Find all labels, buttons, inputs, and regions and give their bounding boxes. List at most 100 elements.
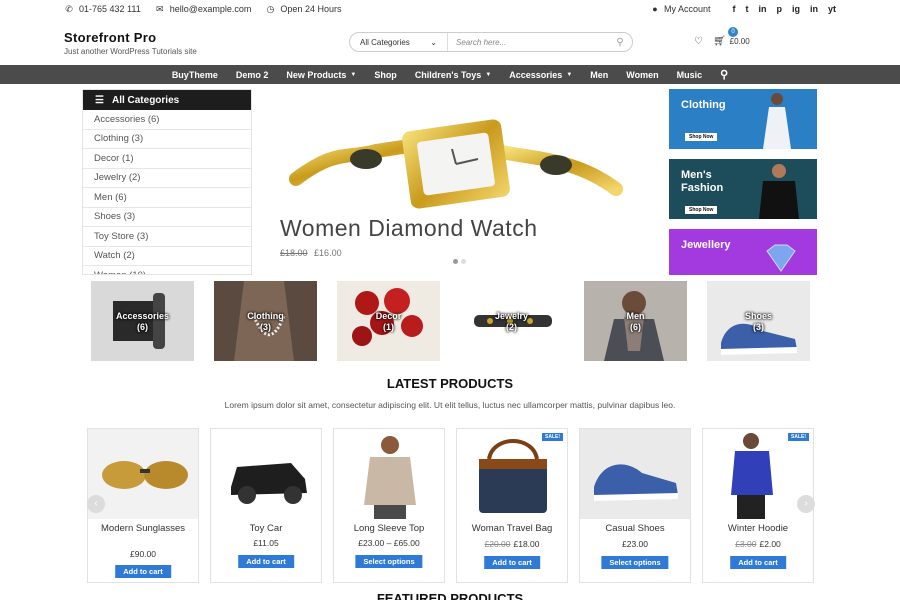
- category-select-value: All Categories: [360, 37, 410, 47]
- hero-title[interactable]: Women Diamond Watch: [280, 215, 537, 242]
- product-name[interactable]: Winter Hoodie: [707, 523, 809, 534]
- carousel-next-arrow[interactable]: ›: [797, 495, 815, 513]
- product-image[interactable]: [580, 429, 690, 519]
- banner-mens-fashion[interactable]: Men's Fashion Shop Now: [669, 159, 817, 219]
- header-cart: ♡ 🛒︎ 0 £0.00: [694, 27, 750, 47]
- category-select[interactable]: All Categories ⌄: [350, 33, 448, 51]
- product-image[interactable]: [334, 429, 444, 519]
- all-categories-header: ☰ All Categories: [83, 90, 251, 110]
- my-account-label: My Account: [663, 4, 711, 14]
- product-name[interactable]: Casual Shoes: [584, 523, 686, 534]
- facebook-icon[interactable]: f: [732, 4, 735, 14]
- phone-contact[interactable]: ✆ 01-765 432 111: [64, 4, 141, 14]
- search-icon[interactable]: ⚲: [608, 37, 632, 48]
- category-link-decor[interactable]: Decor (1): [83, 149, 251, 169]
- category-link-jewelry[interactable]: Jewelry (2): [83, 169, 251, 188]
- category-tile-accessories[interactable]: Accessories (6): [91, 281, 194, 361]
- watch-image: [289, 119, 623, 209]
- nav-item-women[interactable]: Women: [626, 70, 658, 80]
- my-account-link[interactable]: ● My Account: [650, 4, 711, 14]
- banner-title: Men's Fashion: [681, 169, 724, 194]
- banner-jewellery[interactable]: Jewellery: [669, 229, 817, 275]
- product-search: All Categories ⌄ Search here... ⚲: [349, 32, 633, 52]
- email-contact[interactable]: ✉ hello@example.com: [155, 4, 251, 14]
- category-sidebar: ☰ All Categories Accessories (6) Clothin…: [82, 89, 252, 275]
- category-link-clothing[interactable]: Clothing (3): [83, 130, 251, 149]
- category-link-women[interactable]: Women (10): [83, 266, 251, 274]
- nav-label: Accessories: [509, 69, 563, 80]
- slider-dot[interactable]: [461, 259, 466, 264]
- pinterest-icon[interactable]: p: [776, 4, 782, 14]
- category-tile-label: Shoes (3): [707, 311, 810, 333]
- shop-now-button[interactable]: Shop Now: [685, 206, 718, 214]
- category-count: (1): [383, 322, 394, 332]
- twitter-icon[interactable]: t: [745, 4, 748, 14]
- category-link-shoes[interactable]: Shoes (3): [83, 208, 251, 227]
- category-count: (6): [137, 322, 148, 332]
- product-card[interactable]: Casual Shoes £23.00 Select options: [579, 428, 691, 583]
- category-link-men[interactable]: Men (6): [83, 188, 251, 208]
- site-tagline: Just another WordPress Tutorials site: [64, 47, 197, 56]
- cart-total[interactable]: £0.00: [730, 37, 750, 46]
- product-card[interactable]: Toy Car £11.05 Add to cart: [210, 428, 322, 583]
- category-link-watch[interactable]: Watch (2): [83, 247, 251, 266]
- product-price: £90.00: [88, 549, 198, 559]
- nav-item-men[interactable]: Men: [590, 70, 608, 80]
- site-branding[interactable]: Storefront Pro Just another WordPress Tu…: [64, 30, 197, 56]
- add-to-cart-button[interactable]: Add to cart: [484, 556, 540, 569]
- hero-slider[interactable]: Women Diamond Watch £18.00 £16.00: [256, 89, 664, 275]
- category-tile-jewelry[interactable]: Jewelry (2): [460, 281, 563, 361]
- add-to-cart-button[interactable]: Add to cart: [730, 556, 786, 569]
- carousel-prev-arrow[interactable]: ‹: [87, 495, 105, 513]
- product-name[interactable]: Modern Sunglasses: [92, 523, 194, 534]
- nav-item-childrens-toys[interactable]: Children's Toys ▼: [415, 70, 491, 80]
- cart-icon[interactable]: 🛒︎: [713, 36, 726, 47]
- clock-icon: ◷: [266, 4, 275, 14]
- product-image[interactable]: [211, 429, 321, 519]
- category-tile-men[interactable]: Men (6): [584, 281, 687, 361]
- model-image: [763, 93, 791, 149]
- product-price: £3.00 £2.00: [703, 539, 813, 549]
- category-link-accessories[interactable]: Accessories (6): [83, 110, 251, 130]
- select-options-button[interactable]: Select options: [601, 556, 669, 569]
- product-name[interactable]: Toy Car: [215, 523, 317, 534]
- search-input[interactable]: Search here...: [448, 38, 608, 47]
- product-name[interactable]: Woman Travel Bag: [461, 523, 563, 534]
- category-tile-shoes[interactable]: Shoes (3): [707, 281, 810, 361]
- wishlist-heart-icon[interactable]: ♡: [694, 36, 703, 47]
- nav-item-shop[interactable]: Shop: [374, 70, 397, 80]
- nav-item-new-products[interactable]: New Products ▼: [286, 70, 356, 80]
- site-title[interactable]: Storefront Pro: [64, 30, 197, 45]
- price-value: £11.05: [253, 538, 279, 548]
- nav-item-accessories[interactable]: Accessories ▼: [509, 70, 572, 80]
- category-tile-decor[interactable]: Decor (1): [337, 281, 440, 361]
- shop-now-button[interactable]: Shop Now: [685, 133, 718, 141]
- nav-item-demo-2[interactable]: Demo 2: [236, 70, 269, 80]
- search-icon[interactable]: ⚲: [720, 68, 728, 81]
- instagram-icon[interactable]: ig: [792, 4, 800, 14]
- category-count: (6): [630, 322, 641, 332]
- category-link-toy-store[interactable]: Toy Store (3): [83, 227, 251, 247]
- product-image[interactable]: [457, 429, 567, 519]
- old-price: £3.00: [735, 539, 757, 549]
- linkedin-icon[interactable]: in: [758, 4, 766, 14]
- product-card[interactable]: SALE! Woman Travel Bag £20.00 £18.00 Add …: [456, 428, 568, 583]
- linkedin-in-icon[interactable]: in: [810, 4, 818, 14]
- price-value: £90.00: [130, 549, 156, 559]
- nav-item-music[interactable]: Music: [677, 70, 703, 80]
- product-card[interactable]: Long Sleeve Top £23.00 – £65.00 Select o…: [333, 428, 445, 583]
- category-tile-clothing[interactable]: Clothing (3): [214, 281, 317, 361]
- slider-dot[interactable]: [453, 259, 458, 264]
- youtube-icon[interactable]: yt: [828, 4, 836, 14]
- product-name[interactable]: Long Sleeve Top: [338, 523, 440, 534]
- featured-products-title: FEATURED PRODUCTS: [376, 591, 524, 600]
- category-name: Jewelry: [494, 311, 529, 321]
- add-to-cart-button[interactable]: Add to cart: [115, 565, 171, 578]
- add-to-cart-button[interactable]: Add to cart: [238, 555, 294, 568]
- nav-label: Men: [590, 69, 609, 80]
- select-options-button[interactable]: Select options: [355, 555, 423, 568]
- nav-item-buytheme[interactable]: BuyTheme: [172, 70, 218, 80]
- banner-clothing[interactable]: Clothing Shop Now: [669, 89, 817, 149]
- travel-bag-image: [457, 429, 567, 519]
- chevron-down-icon: ▼: [485, 71, 492, 78]
